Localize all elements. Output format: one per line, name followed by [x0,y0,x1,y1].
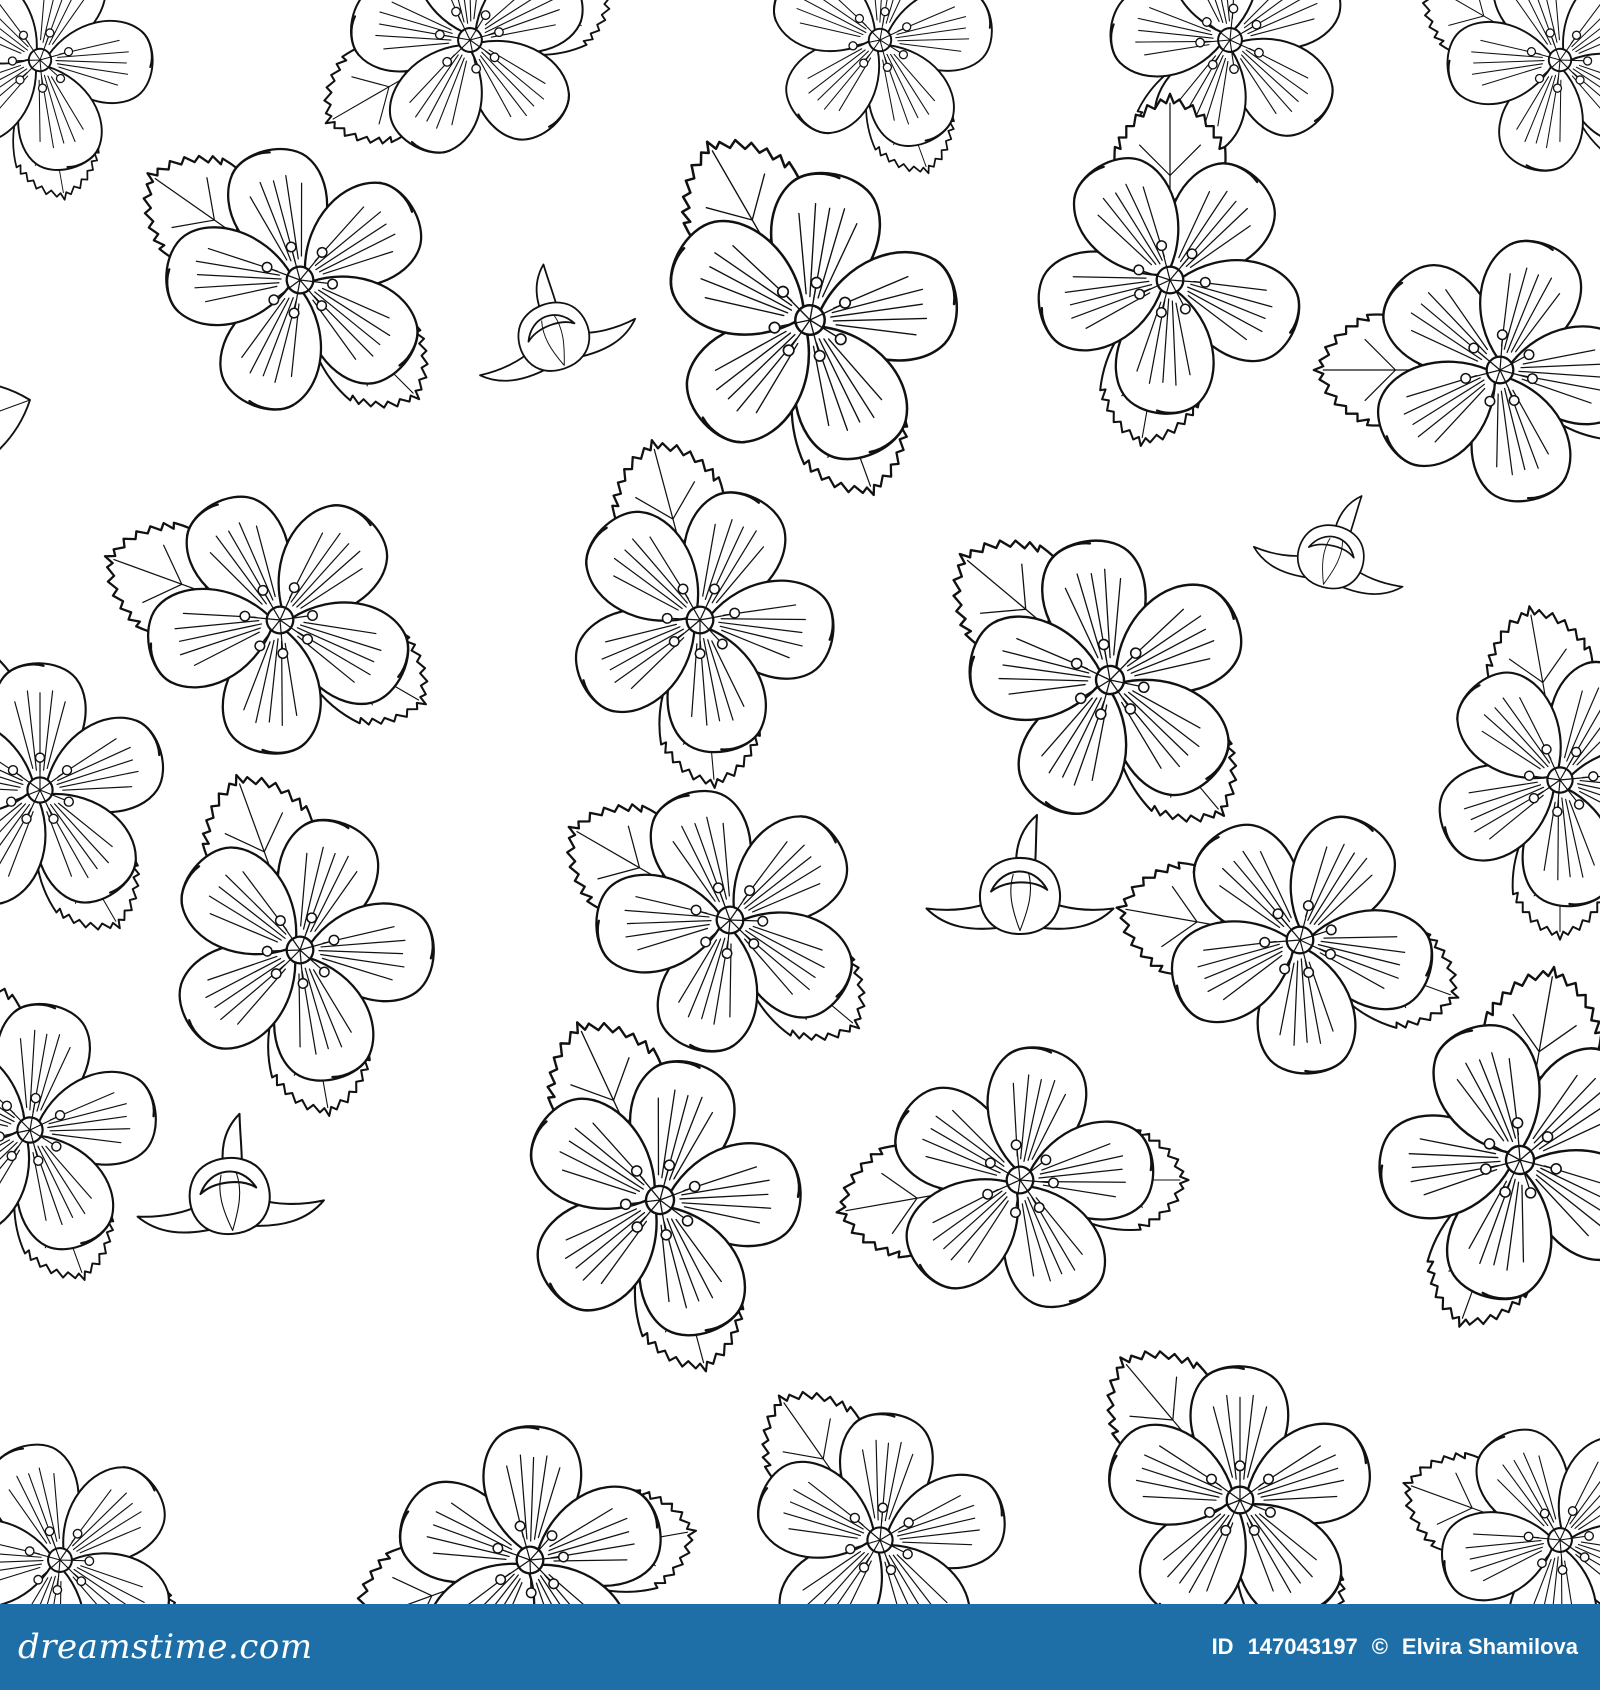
flower-icon [288,0,643,209]
flower-icon [0,621,175,952]
id-number: 147043197 [1247,1634,1358,1659]
brand-logo: dreamstime.com [18,1627,313,1667]
leaf-icon [0,355,47,496]
flower-icon [449,974,854,1412]
image-credit: ID 147043197 © Elvira Shamilova [1212,1634,1578,1660]
brand-name: dreamstime.com [18,1627,313,1667]
flower-icon [909,469,1288,887]
floral-pattern-motifs [0,0,1600,1604]
flower-icon [307,1366,739,1604]
flower-icon [1380,0,1600,242]
flower-icon [1078,1322,1382,1604]
floral-pattern-svg [0,0,1600,1604]
flower-icon [0,937,192,1313]
floral-pattern-canvas [0,0,1600,1604]
copyright-symbol: © [1371,1634,1388,1659]
flower-icon [0,1367,232,1604]
flower-bud-icon [1247,471,1424,608]
id-label: ID [1211,1634,1234,1659]
flower-bud-icon [450,240,644,398]
flower-icon [713,1358,1029,1604]
stock-credit-bar: dreamstime.com ID 147043197 © Elvira Sha… [0,1604,1600,1690]
flower-bud-icon [128,1106,328,1244]
flower-bud-icon [925,813,1115,936]
flower-icon [1355,1338,1600,1604]
flower-icon [784,968,1239,1406]
author-name: Elvira Shamilova [1401,1634,1578,1659]
